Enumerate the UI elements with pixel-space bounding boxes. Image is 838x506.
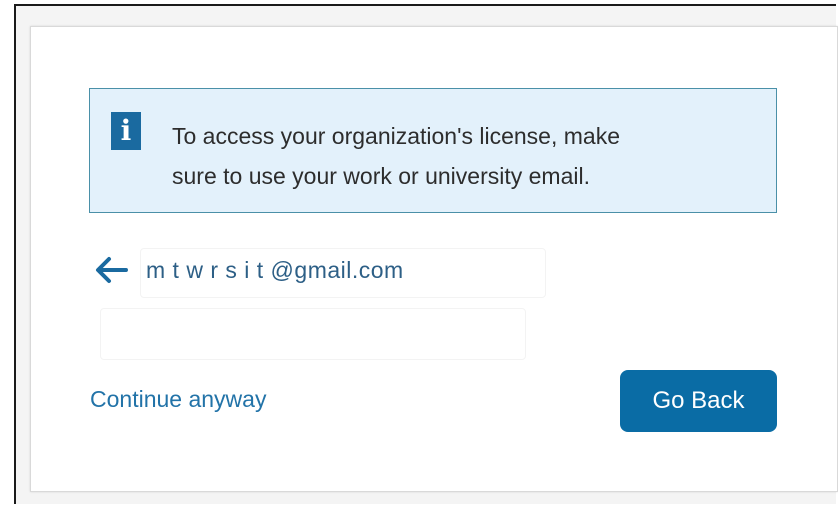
info-message-line-1: To access your organization's license, m…: [172, 123, 620, 149]
info-icon: i: [111, 112, 141, 150]
arrow-left-icon[interactable]: [94, 256, 128, 284]
account-row: m t w r s i t @gmail.com: [94, 256, 404, 284]
info-message: To access your organization's license, m…: [172, 116, 762, 196]
continue-anyway-link[interactable]: Continue anyway: [90, 386, 266, 413]
account-email: m t w r s i t @gmail.com: [146, 256, 404, 283]
info-message-line-2: sure to use your work or university emai…: [172, 163, 590, 189]
go-back-button[interactable]: Go Back: [620, 370, 777, 432]
